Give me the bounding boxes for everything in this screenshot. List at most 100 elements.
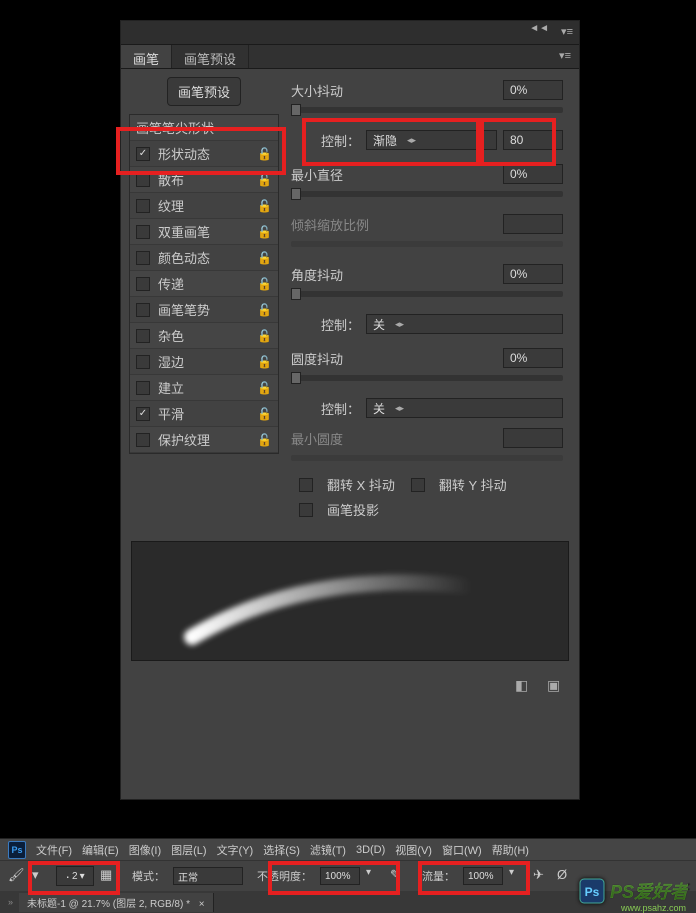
checkbox-icon[interactable]: ✓ bbox=[136, 147, 150, 161]
flip-y-checkbox[interactable] bbox=[411, 478, 425, 492]
control-dropdown[interactable]: 渐隐 ◂▸ bbox=[366, 130, 497, 150]
option-build-up[interactable]: 建立 🔓 bbox=[130, 375, 278, 401]
menu-layer[interactable]: 图层(L) bbox=[171, 842, 206, 858]
checkbox-icon[interactable] bbox=[136, 173, 150, 187]
size-jitter-value[interactable]: 0% bbox=[503, 80, 563, 100]
lock-icon[interactable]: 🔓 bbox=[257, 173, 272, 187]
dropdown-icon[interactable]: ▾ bbox=[32, 867, 50, 885]
control-dropdown[interactable]: 关 ◂▸ bbox=[366, 398, 563, 418]
mode-dropdown[interactable]: 正常 bbox=[173, 867, 243, 885]
checkbox-icon[interactable] bbox=[136, 381, 150, 395]
option-color-dynamics[interactable]: 颜色动态 🔓 bbox=[130, 245, 278, 271]
option-smoothing[interactable]: ✓ 平滑 🔓 bbox=[130, 401, 278, 427]
menu-window[interactable]: 窗口(W) bbox=[442, 842, 482, 858]
airbrush-icon[interactable]: ✈ bbox=[533, 867, 551, 885]
new-preset-icon[interactable]: ▣ bbox=[547, 677, 565, 693]
checkbox-icon[interactable] bbox=[136, 277, 150, 291]
checkbox-icon[interactable] bbox=[136, 225, 150, 239]
min-diameter-value[interactable]: 0% bbox=[503, 164, 563, 184]
control-dropdown[interactable]: 关 ◂▸ bbox=[366, 314, 563, 334]
projection-checkbox[interactable] bbox=[299, 503, 313, 517]
option-shape-dynamics[interactable]: ✓ 形状动态 🔓 bbox=[130, 141, 278, 167]
min-round-slider[interactable] bbox=[291, 455, 563, 461]
option-label: 散布 bbox=[158, 170, 257, 189]
angle-jitter-slider[interactable] bbox=[291, 291, 563, 297]
menu-view[interactable]: 视图(V) bbox=[395, 842, 432, 858]
menu-image[interactable]: 图像(I) bbox=[129, 842, 161, 858]
brush-size-preview[interactable]: · 2 ▾ bbox=[56, 866, 94, 886]
min-round-label: 最小圆度 bbox=[291, 429, 503, 448]
menu-filter[interactable]: 滤镜(T) bbox=[310, 842, 346, 858]
lock-icon[interactable]: 🔓 bbox=[257, 407, 272, 421]
tab-brush-presets[interactable]: 画笔预设 bbox=[172, 45, 249, 68]
dropdown-icon[interactable]: ▾ bbox=[509, 867, 527, 885]
tab-group-icon[interactable]: » bbox=[8, 897, 13, 907]
round-jitter-slider[interactable] bbox=[291, 375, 563, 381]
dropdown-icon[interactable]: ▾ bbox=[366, 867, 384, 885]
toggle-preview-icon[interactable]: ◧ bbox=[515, 677, 533, 693]
round-jitter-value[interactable]: 0% bbox=[503, 348, 563, 368]
tab-brush[interactable]: 画笔 bbox=[121, 45, 172, 68]
option-label: 建立 bbox=[158, 378, 257, 397]
option-protect-texture[interactable]: 保护纹理 🔓 bbox=[130, 427, 278, 453]
min-diameter-label: 最小直径 bbox=[291, 165, 503, 184]
tilt-scale-value[interactable] bbox=[503, 214, 563, 234]
tab-menu-icon[interactable]: ▾≡ bbox=[551, 45, 579, 68]
option-label: 颜色动态 bbox=[158, 248, 257, 267]
watermark-text: PS爱好者 bbox=[610, 878, 688, 904]
lock-icon[interactable]: 🔓 bbox=[257, 381, 272, 395]
menu-edit[interactable]: 编辑(E) bbox=[82, 842, 119, 858]
lock-icon[interactable]: 🔓 bbox=[257, 303, 272, 317]
photoshop-logo-icon[interactable]: Ps bbox=[8, 841, 26, 859]
option-brush-tip[interactable]: 画笔笔尖形状 bbox=[130, 115, 278, 141]
brush-preset-button[interactable]: 画笔预设 bbox=[167, 77, 241, 106]
document-tab[interactable]: 未标题-1 @ 21.7% (图层 2, RGB/8) * × bbox=[19, 893, 214, 912]
menu-3d[interactable]: 3D(D) bbox=[356, 844, 385, 856]
menu-file[interactable]: 文件(F) bbox=[36, 842, 72, 858]
option-dual-brush[interactable]: 双重画笔 🔓 bbox=[130, 219, 278, 245]
checkbox-icon[interactable] bbox=[136, 303, 150, 317]
lock-icon[interactable]: 🔓 bbox=[257, 355, 272, 369]
checkbox-icon[interactable]: ✓ bbox=[136, 407, 150, 421]
pressure-opacity-icon[interactable]: ✎ bbox=[390, 867, 408, 885]
checkbox-icon[interactable] bbox=[136, 199, 150, 213]
checkbox-icon[interactable] bbox=[136, 329, 150, 343]
menu-help[interactable]: 帮助(H) bbox=[492, 842, 529, 858]
menu-select[interactable]: 选择(S) bbox=[263, 842, 300, 858]
brush-tool-icon[interactable]: 🖌 bbox=[8, 867, 26, 885]
menu-text[interactable]: 文字(Y) bbox=[217, 842, 254, 858]
option-brush-pose[interactable]: 画笔笔势 🔓 bbox=[130, 297, 278, 323]
options-column: 画笔预设 画笔笔尖形状 ✓ 形状动态 🔓 散布 🔓 纹理 bbox=[129, 77, 279, 525]
flip-x-checkbox[interactable] bbox=[299, 478, 313, 492]
flow-value[interactable]: 100% bbox=[463, 867, 503, 885]
option-texture[interactable]: 纹理 🔓 bbox=[130, 193, 278, 219]
lock-icon[interactable]: 🔓 bbox=[257, 433, 272, 447]
collapse-icon[interactable]: ◄◄ bbox=[529, 23, 549, 34]
lock-icon[interactable]: 🔓 bbox=[257, 147, 272, 161]
lock-icon[interactable]: 🔓 bbox=[257, 225, 272, 239]
control-value[interactable]: 80 bbox=[503, 130, 563, 150]
min-diameter-slider[interactable] bbox=[291, 191, 563, 197]
checkbox-icon[interactable] bbox=[136, 251, 150, 265]
panel-menu-icon[interactable]: ▾≡ bbox=[561, 25, 573, 38]
checkbox-icon[interactable] bbox=[136, 355, 150, 369]
size-jitter-slider[interactable] bbox=[291, 107, 563, 113]
tilt-scale-slider[interactable] bbox=[291, 241, 563, 247]
option-label: 传递 bbox=[158, 274, 257, 293]
round-jitter-label: 圆度抖动 bbox=[291, 349, 503, 368]
brush-panel-icon[interactable]: ▦ bbox=[100, 867, 118, 885]
lock-icon[interactable]: 🔓 bbox=[257, 251, 272, 265]
option-wet-edges[interactable]: 湿边 🔓 bbox=[130, 349, 278, 375]
lock-icon[interactable]: 🔓 bbox=[257, 277, 272, 291]
option-noise[interactable]: 杂色 🔓 bbox=[130, 323, 278, 349]
option-transfer[interactable]: 传递 🔓 bbox=[130, 271, 278, 297]
angle-jitter-value[interactable]: 0% bbox=[503, 264, 563, 284]
pressure-size-icon[interactable]: Ø bbox=[557, 867, 575, 885]
lock-icon[interactable]: 🔓 bbox=[257, 199, 272, 213]
checkbox-icon[interactable] bbox=[136, 433, 150, 447]
option-scatter[interactable]: 散布 🔓 bbox=[130, 167, 278, 193]
min-round-value[interactable] bbox=[503, 428, 563, 448]
lock-icon[interactable]: 🔓 bbox=[257, 329, 272, 343]
close-icon[interactable]: × bbox=[199, 899, 205, 910]
opacity-value[interactable]: 100% bbox=[320, 867, 360, 885]
